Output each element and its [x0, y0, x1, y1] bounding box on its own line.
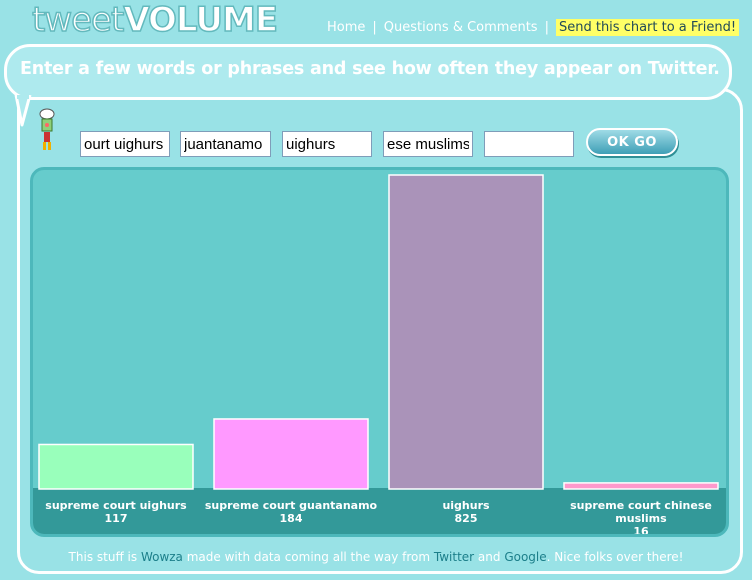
category-label-3: supreme court chinese muslims — [570, 499, 712, 525]
footer-text: . Nice folks over there! — [546, 550, 684, 564]
category-label-0: supreme court uighurs — [45, 499, 187, 512]
bar-1 — [213, 418, 369, 490]
logo-part-volume: VOLUME — [123, 0, 279, 41]
logo-part-tweet: tweet — [31, 0, 125, 41]
category-label-1: supreme court guantanamo — [205, 499, 378, 512]
bar-3 — [563, 482, 719, 490]
query-input-3[interactable] — [282, 131, 372, 157]
value-label-2: 825 — [455, 512, 478, 525]
chart-panel: supreme court uighurs 117 supreme court gu… — [30, 167, 729, 537]
value-label-0: 117 — [105, 512, 128, 525]
bar-2 — [388, 174, 544, 490]
twitter-bird-icon — [39, 108, 55, 150]
banner-text: Enter a few words or phrases and see how… — [20, 59, 720, 79]
page: tweetVOLUME Home | Questions & Comments … — [0, 0, 752, 580]
category-label-2: uighurs — [442, 499, 490, 512]
value-label-3: 16 — [633, 525, 649, 534]
nav-separator: | — [372, 19, 377, 35]
footer-text: This stuff is — [68, 550, 141, 564]
ok-go-button[interactable]: OK GO — [586, 128, 678, 156]
footer-text: made with data coming all the way from — [182, 550, 434, 564]
logo[interactable]: tweetVOLUME — [31, 0, 279, 41]
footer-google-link[interactable]: Google — [504, 550, 546, 564]
nav-separator: | — [544, 19, 549, 35]
bar-chart: supreme court uighurs117 supreme court gu… — [38, 174, 719, 534]
nav-home-link[interactable]: Home — [327, 20, 365, 35]
query-input-5[interactable] — [484, 131, 574, 157]
footer-wowza-link[interactable]: Wowza — [141, 550, 183, 564]
footer-text: and — [474, 550, 505, 564]
query-input-4[interactable] — [383, 131, 473, 157]
query-input-1[interactable] — [80, 131, 170, 157]
footer-twitter-link[interactable]: Twitter — [434, 550, 474, 564]
query-input-2[interactable] — [180, 131, 271, 157]
bar-0 — [38, 443, 194, 490]
bubble-tail — [14, 95, 32, 127]
nav-questions-link[interactable]: Questions & Comments — [384, 20, 538, 35]
top-nav: Home | Questions & Comments | Send this … — [327, 16, 740, 38]
value-label-1: 184 — [280, 512, 303, 525]
footer: This stuff is Wowza made with data comin… — [0, 550, 752, 564]
send-to-friend-link[interactable]: Send this chart to a Friend! — [555, 18, 740, 36]
